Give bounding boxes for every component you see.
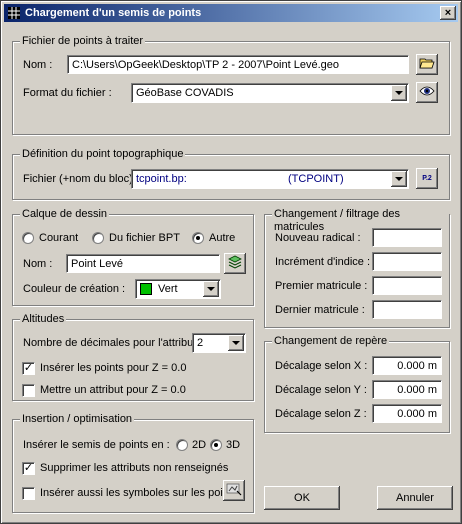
nom-fichier-input[interactable]: C:\Users\OpGeek\Desktop\TP 2 - 2007\Poin… [67, 55, 409, 74]
decimales-value: 2 [197, 337, 204, 349]
ok-button-label: OK [294, 492, 310, 504]
radio-3d-label: 3D [226, 439, 241, 451]
couleur-swatch [140, 283, 152, 295]
repere-group: Changement de repère Décalage selon X : … [264, 335, 450, 433]
radio-courant[interactable] [22, 232, 34, 244]
symboles-checkbox[interactable] [22, 487, 35, 500]
symboles-button[interactable] [223, 480, 245, 501]
attribut-z0-label: Mettre un attribut pour Z = 0.0 [40, 384, 186, 396]
semis-label: Insérer le semis de points en : [23, 439, 170, 451]
insertion-legend: Insertion / optimisation [20, 413, 135, 426]
increment-indice-label: Incrément d'indice : [275, 256, 371, 268]
decalage-z-input[interactable]: 0.000 m [372, 404, 442, 423]
premier-matricule-input[interactable] [372, 276, 442, 295]
format-label: Format du fichier : [23, 87, 112, 99]
chevron-down-icon[interactable] [228, 335, 244, 351]
point-block-icon: P.2 [422, 175, 432, 182]
layers-icon [227, 255, 243, 272]
decimales-label: Nombre de décimales pour l'attribut : [23, 337, 203, 349]
attribut-z0-checkbox[interactable] [22, 384, 35, 397]
radio-2d-label: 2D [192, 439, 207, 451]
view-format-button[interactable] [416, 82, 438, 103]
title-bar[interactable]: Chargement d'un semis de points × [4, 4, 458, 22]
fichier-points-group: Fichier de points à traiter Nom : C:\Use… [12, 35, 450, 135]
bloc-name-value: (TCPOINT) [288, 173, 344, 185]
increment-indice-input[interactable] [372, 252, 442, 271]
definition-point-legend: Définition du point topographique [20, 148, 186, 161]
decalage-z-label: Décalage selon Z : [275, 408, 367, 420]
decalage-y-label: Décalage selon Y : [275, 384, 367, 396]
nouveau-radical-input[interactable] [372, 228, 442, 247]
radio-fichier-bpt-label: Du fichier BPT [109, 232, 180, 244]
radio-2d[interactable] [176, 439, 188, 451]
nom-fichier-label: Nom : [23, 59, 53, 71]
browse-button[interactable] [416, 54, 438, 75]
supprimer-attributs-label: Supprimer les attributs non renseignés [40, 462, 229, 474]
nouveau-radical-label: Nouveau radical : [275, 232, 361, 244]
radio-courant-label: Courant [39, 232, 79, 244]
eye-icon [419, 85, 435, 100]
symboles-label: Insérer aussi les symboles sur les point… [40, 487, 238, 499]
grid-icon [7, 6, 21, 20]
format-select[interactable]: GéoBase COVADIS [131, 83, 409, 103]
calque-legend: Calque de dessin [20, 208, 110, 221]
calque-nom-label: Nom : [23, 258, 53, 270]
altitudes-group: Altitudes Nombre de décimales pour l'att… [12, 313, 254, 401]
altitudes-legend: Altitudes [20, 313, 67, 326]
decalage-x-input[interactable]: 0.000 m [372, 356, 442, 375]
close-button[interactable]: × [440, 6, 456, 20]
radio-fichier-bpt[interactable] [92, 232, 104, 244]
calque-list-button[interactable] [224, 253, 246, 274]
chevron-down-icon[interactable] [391, 85, 407, 101]
chevron-down-icon[interactable] [391, 171, 407, 187]
decalage-x-label: Décalage selon X : [275, 360, 368, 372]
annuler-button[interactable]: Annuler [377, 486, 453, 510]
chevron-down-icon[interactable] [203, 281, 219, 297]
window-title: Chargement d'un semis de points [25, 7, 202, 19]
matricules-group: Changement / filtrage des matricules Nou… [264, 208, 450, 328]
fichier-points-legend: Fichier de points à traiter [20, 35, 146, 48]
calque-group: Calque de dessin Courant Du fichier BPT … [12, 208, 254, 306]
folder-open-icon [419, 56, 435, 73]
fichier-bloc-select[interactable]: tcpoint.bp: (TCPOINT) [131, 169, 409, 189]
insertion-group: Insertion / optimisation Insérer le semi… [12, 413, 254, 513]
annuler-button-label: Annuler [396, 492, 434, 504]
ok-button[interactable]: OK [264, 486, 340, 510]
repere-legend: Changement de repère [272, 335, 390, 348]
radio-autre[interactable] [192, 232, 204, 244]
inserer-z0-checkbox[interactable]: ✓ [22, 362, 35, 375]
format-value: GéoBase COVADIS [136, 87, 234, 99]
radio-3d[interactable] [210, 439, 222, 451]
decimales-select[interactable]: 2 [192, 333, 246, 353]
supprimer-attributs-checkbox[interactable]: ✓ [22, 462, 35, 475]
dernier-matricule-label: Dernier matricule : [275, 304, 365, 316]
couleur-value: Vert [158, 283, 178, 295]
fichier-bloc-label: Fichier (+nom du bloc) : [23, 173, 139, 185]
radio-autre-label: Autre [209, 232, 236, 244]
symbol-icon [226, 482, 242, 499]
point-block-icon-text: P.2 [422, 175, 432, 182]
definition-point-group: Définition du point topographique Fichie… [12, 148, 450, 200]
calque-nom-input[interactable]: Point Levé [66, 254, 220, 273]
inserer-z0-label: Insérer les points pour Z = 0.0 [40, 362, 187, 374]
couleur-label: Couleur de création : [23, 283, 126, 295]
point-preview-button[interactable]: P.2 [416, 168, 438, 189]
dernier-matricule-input[interactable] [372, 300, 442, 319]
premier-matricule-label: Premier matricule : [275, 280, 368, 292]
decalage-y-input[interactable]: 0.000 m [372, 380, 442, 399]
dialog-window: Chargement d'un semis de points × Fichie… [0, 0, 462, 524]
fichier-bloc-value: tcpoint.bp: [136, 173, 187, 185]
couleur-select[interactable]: Vert [135, 279, 221, 299]
